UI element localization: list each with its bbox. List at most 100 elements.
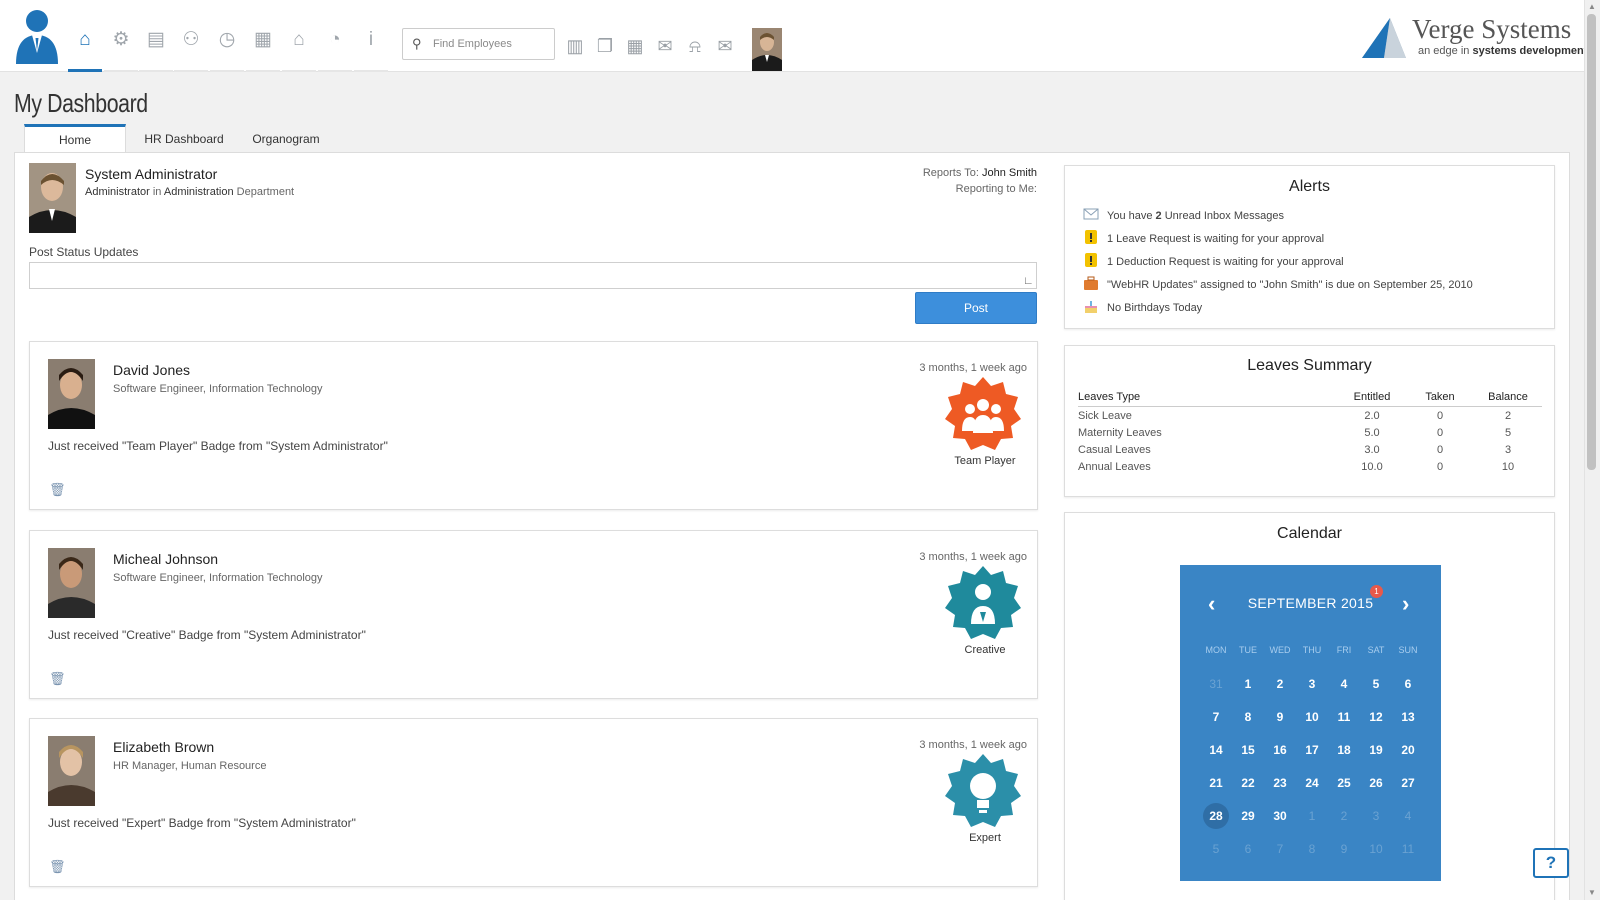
status-update-input[interactable]	[29, 262, 1037, 289]
tab-home[interactable]: Home	[24, 124, 126, 154]
feed-user-title: HR Manager, Human Resource	[113, 760, 267, 772]
alert-item[interactable]: No Birthdays Today	[1083, 299, 1202, 317]
resize-grip-icon[interactable]: ∟	[1023, 275, 1034, 287]
bell-icon[interactable]: ⍾	[682, 36, 708, 56]
calendar-day[interactable]: 7	[1201, 705, 1231, 729]
top-user-avatar[interactable]	[752, 28, 782, 71]
feed-user-name[interactable]: Micheal Johnson	[113, 551, 218, 567]
calendar-day[interactable]: 7	[1265, 837, 1295, 861]
feed-user-title: Software Engineer, Information Technolog…	[113, 383, 323, 395]
find-employees-search[interactable]: ⚲	[402, 28, 555, 60]
calendar-day[interactable]: 24	[1297, 771, 1327, 795]
alert-item[interactable]: You have 2 Unread Inbox Messages	[1083, 207, 1284, 225]
calendar-day[interactable]: 22	[1233, 771, 1263, 795]
calendar-day[interactable]: 15	[1233, 738, 1263, 762]
feed-user-name[interactable]: Elizabeth Brown	[113, 739, 214, 755]
calendar-day[interactable]: 1	[1297, 804, 1327, 828]
feed-avatar[interactable]	[48, 736, 95, 806]
user-logo-icon[interactable]	[14, 8, 60, 64]
calendar-day[interactable]: 28	[1203, 803, 1229, 829]
delete-trash-icon[interactable]: 🗑	[49, 859, 66, 875]
calendar-day[interactable]: 1	[1233, 672, 1263, 696]
clock-icon[interactable]: ◷	[210, 30, 244, 72]
calendar-day[interactable]: 10	[1297, 705, 1327, 729]
leaves-cell: Sick Leave	[1078, 410, 1132, 422]
calendar-notification-badge: 1	[1370, 585, 1383, 598]
help-button[interactable]: ?	[1533, 848, 1569, 878]
calendar-next-icon[interactable]: ›	[1402, 591, 1409, 617]
feed-avatar[interactable]	[48, 548, 95, 618]
calendar-grid-icon[interactable]: ▦	[622, 36, 648, 56]
calendar-day[interactable]: 5	[1201, 837, 1231, 861]
calendar-day[interactable]: 3	[1297, 672, 1327, 696]
reports-to-link[interactable]: John Smith	[982, 167, 1037, 179]
calendar-day[interactable]: 20	[1393, 738, 1423, 762]
calendar-day[interactable]: 3	[1361, 804, 1391, 828]
calendar-day[interactable]: 2	[1329, 804, 1359, 828]
calendar-day[interactable]: 4	[1393, 804, 1423, 828]
calendar-day[interactable]: 14	[1201, 738, 1231, 762]
calendar-day[interactable]: 10	[1361, 837, 1391, 861]
calendar-day[interactable]: 5	[1361, 672, 1391, 696]
calendar-day[interactable]: 8	[1233, 705, 1263, 729]
calendar-day[interactable]: 31	[1201, 672, 1231, 696]
pie-chart-icon[interactable]: ◔	[318, 30, 352, 72]
chat-icon[interactable]: ✉	[652, 36, 678, 56]
calendar-day[interactable]: 21	[1201, 771, 1231, 795]
feed-user-name[interactable]: David Jones	[113, 362, 190, 378]
calendar-day[interactable]: 11	[1329, 705, 1359, 729]
alert-item[interactable]: 1 Leave Request is waiting for your appr…	[1083, 230, 1324, 248]
settings-gear-icon[interactable]: ⚙	[104, 30, 138, 72]
post-button[interactable]: Post	[915, 292, 1037, 324]
alert-item[interactable]: 1 Deduction Request is waiting for your …	[1083, 253, 1344, 271]
calendar-day[interactable]: 17	[1297, 738, 1327, 762]
leaves-cell: Casual Leaves	[1078, 444, 1151, 456]
info-icon[interactable]: i	[354, 30, 388, 72]
calendar-day[interactable]: 2	[1265, 672, 1295, 696]
badge-label: Creative	[964, 644, 1006, 656]
leaves-cell: 10	[1501, 461, 1515, 473]
employee-card-icon[interactable]: ▤	[139, 30, 173, 72]
tab-organogram[interactable]: Organogram	[236, 124, 336, 154]
calendar-day[interactable]: 12	[1361, 705, 1391, 729]
documents-icon[interactable]: ❐	[592, 36, 618, 56]
feed-card: Elizabeth Brown HR Manager, Human Resourc…	[29, 718, 1038, 887]
calendar-day[interactable]: 9	[1329, 837, 1359, 861]
reporting-info: Reports To: John Smith Reporting to Me:	[922, 167, 1037, 195]
calendar-day[interactable]: 18	[1329, 738, 1359, 762]
calculator-icon[interactable]: ▦	[246, 30, 280, 72]
calendar-day[interactable]: 16	[1265, 738, 1295, 762]
alert-item[interactable]: "WebHR Updates" assigned to "John Smith"…	[1083, 276, 1473, 294]
calendar-day[interactable]: 13	[1393, 705, 1423, 729]
feed-timestamp: 3 months, 1 week ago	[919, 551, 1027, 563]
calendar-day[interactable]: 11	[1393, 837, 1423, 861]
tab-hr-dashboard[interactable]: HR Dashboard	[134, 124, 234, 154]
address-book-icon[interactable]: ▥	[562, 36, 588, 56]
calendar-day[interactable]: 23	[1265, 771, 1295, 795]
scroll-down-arrow-icon[interactable]: ▼	[1587, 888, 1597, 897]
home-icon[interactable]: ⌂	[68, 30, 102, 72]
calendar-day[interactable]: 29	[1233, 804, 1263, 828]
calendar-day[interactable]: 4	[1329, 672, 1359, 696]
calendar-day[interactable]: 6	[1393, 672, 1423, 696]
people-icon[interactable]: ⚇	[174, 30, 208, 72]
badge-label: Team Player	[954, 455, 1016, 467]
delete-trash-icon[interactable]: 🗑	[49, 671, 66, 687]
calendar-day[interactable]: 6	[1233, 837, 1263, 861]
feed-card: David Jones Software Engineer, Informatio…	[29, 341, 1038, 510]
calendar-day[interactable]: 30	[1265, 804, 1295, 828]
graduation-cap-icon[interactable]: ⌂	[282, 30, 316, 72]
calendar-day[interactable]: 8	[1297, 837, 1327, 861]
calendar-day[interactable]: 26	[1361, 771, 1391, 795]
calendar-day[interactable]: 9	[1265, 705, 1295, 729]
calendar-day[interactable]: 27	[1393, 771, 1423, 795]
calendar-day[interactable]: 19	[1361, 738, 1391, 762]
feed-avatar[interactable]	[48, 359, 95, 429]
profile-avatar[interactable]	[29, 163, 76, 233]
delete-trash-icon[interactable]: 🗑	[49, 482, 66, 498]
mail-icon[interactable]: ✉	[712, 36, 738, 56]
calendar-day[interactable]: 25	[1329, 771, 1359, 795]
scroll-up-arrow-icon[interactable]: ▲	[1587, 2, 1597, 11]
scrollbar-thumb[interactable]	[1587, 14, 1596, 470]
find-employees-input[interactable]	[433, 34, 551, 54]
